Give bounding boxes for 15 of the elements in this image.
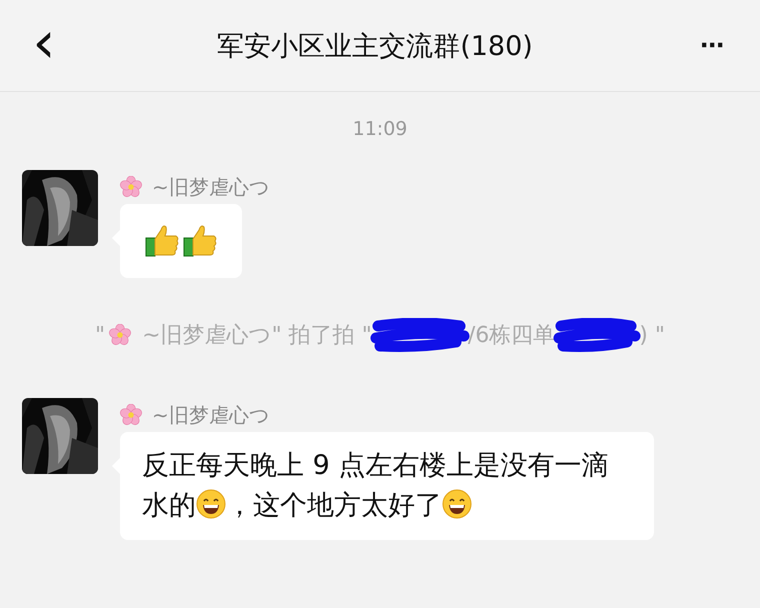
system-message-text: ) " [639, 322, 665, 348]
chat-title: 军安小区业主交流群(180) [216, 30, 534, 64]
more-button[interactable]: ··· [686, 28, 738, 62]
flower-icon [120, 176, 142, 198]
grinning-face-icon [442, 489, 472, 519]
system-message-text: " [95, 322, 106, 348]
sender-name: ~旧梦虐心つ [152, 174, 269, 200]
grinning-face-icon [196, 489, 226, 519]
back-button[interactable]: ‹ [24, 12, 64, 78]
system-message-text: /6栋四单 [468, 322, 556, 350]
flower-icon [120, 404, 142, 426]
timestamp: 11:09 [352, 118, 408, 140]
sender-name: ~旧梦虐心つ [152, 402, 269, 428]
flower-icon [109, 324, 132, 346]
system-message-text: ~旧梦虐心つ" 拍了拍 " [141, 322, 372, 350]
